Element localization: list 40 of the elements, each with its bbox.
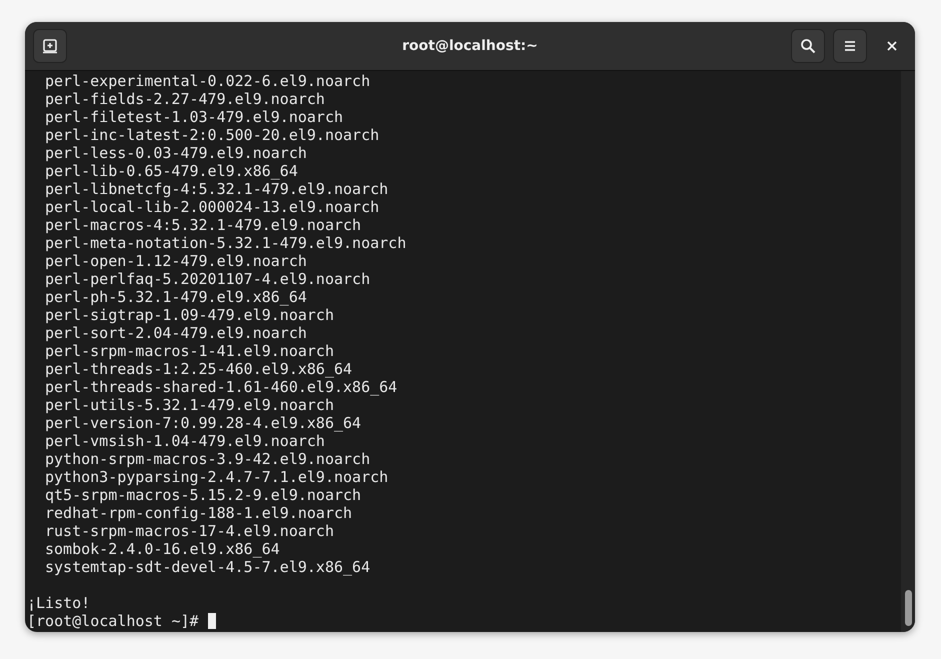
package-line: perl-perlfaq-5.20201107-4.el9.noarch — [44, 270, 372, 288]
package-line: perl-local-lib-2.000024-13.el9.noarch — [44, 198, 380, 216]
window-title: root@localhost:~ — [402, 38, 538, 54]
search-icon — [800, 38, 816, 54]
package-line: perl-less-0.03-479.el9.noarch — [44, 144, 308, 162]
scrollbar-thumb[interactable] — [904, 590, 912, 626]
menu-button[interactable] — [833, 29, 867, 63]
package-line: python-srpm-macros-3.9-42.el9.noarch — [44, 450, 372, 468]
package-line: perl-sort-2.04-479.el9.noarch — [44, 324, 308, 342]
close-icon — [887, 41, 897, 51]
search-button[interactable] — [791, 29, 825, 63]
package-line: qt5-srpm-macros-5.15.2-9.el9.noarch — [44, 486, 362, 504]
output-message: ¡Listo! — [27, 594, 92, 612]
package-line: perl-vmsish-1.04-479.el9.noarch — [44, 432, 326, 450]
shell-prompt: [root@localhost ~]# — [27, 612, 199, 630]
package-line: sombok-2.4.0-16.el9.x86_64 — [44, 540, 281, 558]
package-line: perl-sigtrap-1.09-479.el9.noarch — [44, 306, 335, 324]
package-line: perl-utils-5.32.1-479.el9.noarch — [44, 396, 335, 414]
package-line: perl-version-7:0.99.28-4.el9.x86_64 — [44, 414, 362, 432]
package-line: perl-threads-shared-1.61-460.el9.x86_64 — [44, 378, 398, 396]
package-line: perl-meta-notation-5.32.1-479.el9.noarch — [44, 234, 408, 252]
package-line: perl-inc-latest-2:0.500-20.el9.noarch — [44, 126, 380, 144]
new-tab-icon — [42, 38, 58, 54]
menu-icon — [843, 40, 857, 52]
package-line: redhat-rpm-config-188-1.el9.noarch — [44, 504, 354, 522]
package-line: perl-filetest-1.03-479.el9.noarch — [44, 108, 344, 126]
package-line: perl-lib-0.65-479.el9.x86_64 — [44, 162, 299, 180]
package-line: perl-experimental-0.022-6.el9.noarch — [44, 72, 372, 90]
package-line: perl-fields-2.27-479.el9.noarch — [44, 90, 326, 108]
package-line: rust-srpm-macros-17-4.el9.noarch — [44, 522, 335, 540]
package-line: python3-pyparsing-2.4.7-7.1.el9.noarch — [44, 468, 390, 486]
package-line: perl-srpm-macros-1-41.el9.noarch — [44, 342, 335, 360]
package-line: systemtap-sdt-devel-4.5-7.el9.x86_64 — [44, 558, 372, 576]
new-tab-button[interactable] — [33, 29, 67, 63]
package-line: perl-open-1.12-479.el9.noarch — [44, 252, 308, 270]
package-line: perl-macros-4:5.32.1-479.el9.noarch — [44, 216, 362, 234]
package-line: perl-libnetcfg-4:5.32.1-479.el9.noarch — [44, 180, 390, 198]
cursor — [208, 613, 216, 629]
package-line: perl-threads-1:2.25-460.el9.x86_64 — [44, 360, 354, 378]
package-line: perl-ph-5.32.1-479.el9.x86_64 — [44, 288, 308, 306]
